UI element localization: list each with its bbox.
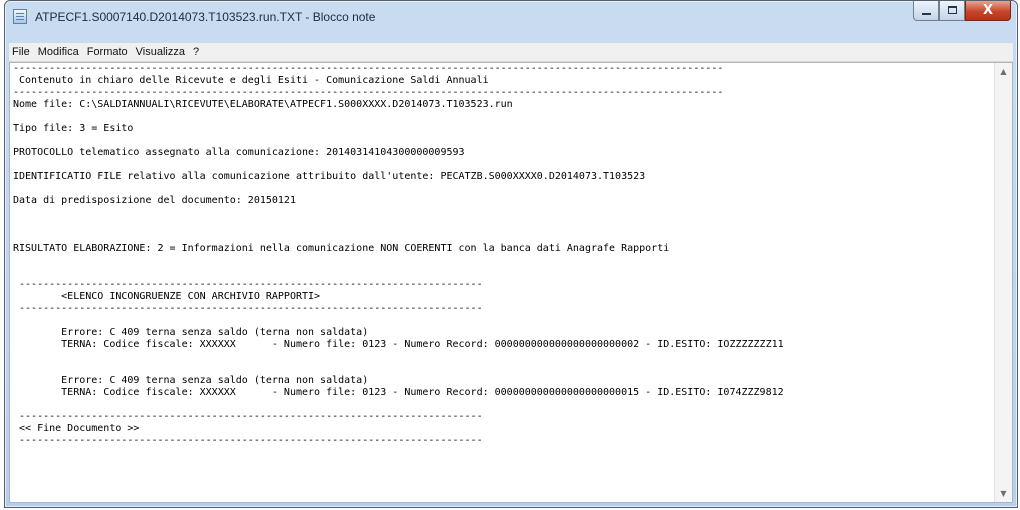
text-line	[13, 363, 994, 375]
text-line	[13, 255, 994, 267]
close-button[interactable]: X	[965, 1, 1011, 21]
text-line: Errore: C 409 terna senza saldo (terna n…	[13, 327, 369, 338]
minimize-icon	[914, 1, 938, 20]
minimize-button[interactable]	[913, 1, 939, 21]
notepad-window: ATPECF1.S0007140.D2014073.T103523.run.TX…	[4, 0, 1018, 508]
text-editor[interactable]: ----------------------------------------…	[9, 62, 1013, 503]
menu-bar: File Modifica Formato Visualizza ?	[9, 43, 1013, 62]
menu-visualizza[interactable]: Visualizza	[132, 46, 189, 58]
text-line	[13, 159, 994, 171]
text-line: <ELENCO INCONGRUENZE CON ARCHIVIO RAPPOR…	[13, 291, 321, 302]
text-line: << Fine Documento >>	[13, 423, 140, 434]
document-content[interactable]: ----------------------------------------…	[10, 63, 994, 447]
text-line: TERNA: Codice fiscale: XXXXXX - Numero f…	[13, 339, 784, 350]
text-line: PROTOCOLLO telematico assegnato alla com…	[13, 147, 465, 158]
text-line	[13, 111, 994, 123]
text-line	[13, 315, 994, 327]
close-icon: X	[982, 3, 994, 18]
text-line	[13, 399, 994, 411]
text-line: Contenuto in chiaro delle Ricevute e deg…	[13, 75, 489, 86]
text-line: Errore: C 409 terna senza saldo (terna n…	[13, 375, 369, 386]
window-title: ATPECF1.S0007140.D2014073.T103523.run.TX…	[35, 10, 376, 24]
text-line	[13, 231, 994, 243]
title-bar[interactable]: ATPECF1.S0007140.D2014073.T103523.run.TX…	[5, 1, 1017, 33]
text-line: Nome file: C:\SALDIANNUALI\RICEVUTE\ELAB…	[13, 99, 513, 110]
text-line: ----------------------------------------…	[13, 303, 483, 314]
text-line: Tipo file: 3 = Esito	[13, 123, 134, 134]
text-line: ----------------------------------------…	[13, 87, 724, 98]
maximize-button[interactable]	[939, 1, 965, 21]
scroll-down-arrow-icon[interactable]: ▼	[995, 485, 1012, 502]
text-line: IDENTIFICATIO FILE relativo alla comunic…	[13, 171, 646, 182]
text-line: Data di predisposizione del documento: 2…	[13, 195, 296, 206]
maximize-icon	[940, 1, 964, 20]
text-line: ----------------------------------------…	[13, 63, 724, 74]
text-line: TERNA: Codice fiscale: XXXXXX - Numero f…	[13, 387, 784, 398]
menu-modifica[interactable]: Modifica	[34, 46, 83, 58]
vertical-scrollbar[interactable]: ▲ ▼	[994, 63, 1012, 502]
caption-buttons: X	[913, 1, 1011, 23]
text-line	[13, 219, 994, 231]
notepad-icon[interactable]	[13, 9, 27, 24]
text-line: RISULTATO ELABORAZIONE: 2 = Informazioni…	[13, 243, 670, 254]
menu-file[interactable]: File	[9, 46, 34, 58]
document-text-area[interactable]: ----------------------------------------…	[10, 63, 994, 502]
menu-help[interactable]: ?	[189, 46, 203, 58]
text-line: ----------------------------------------…	[13, 435, 483, 446]
text-line	[13, 267, 994, 279]
text-line	[13, 351, 994, 363]
text-line	[13, 135, 994, 147]
text-line: ----------------------------------------…	[13, 411, 483, 422]
scroll-up-arrow-icon[interactable]: ▲	[995, 63, 1012, 80]
menu-formato[interactable]: Formato	[83, 46, 132, 58]
text-line	[13, 207, 994, 219]
text-line	[13, 183, 994, 195]
text-line: ----------------------------------------…	[13, 279, 483, 290]
